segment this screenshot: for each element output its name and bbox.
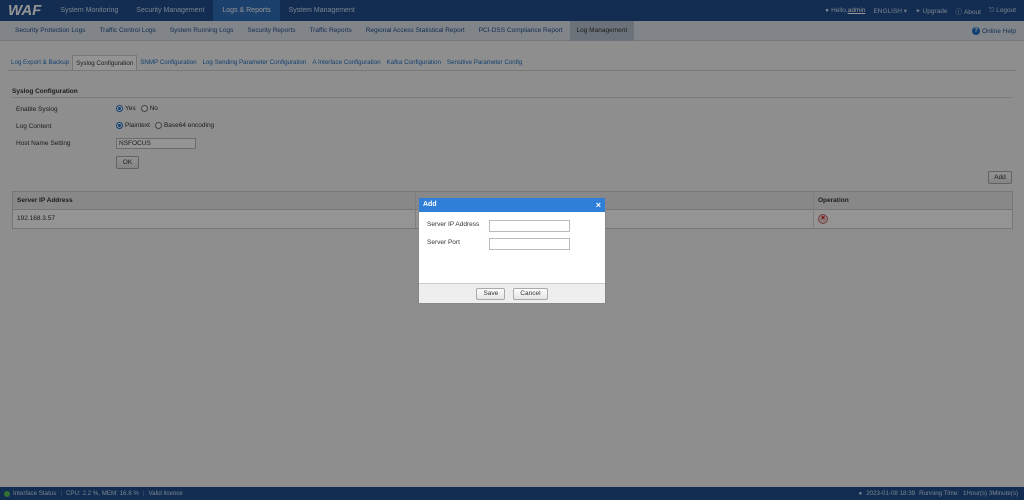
add-server-dialog: Add × Server IP Address Server Port Save… [418, 197, 606, 304]
save-button[interactable]: Save [476, 287, 506, 300]
close-icon[interactable]: × [596, 198, 601, 212]
server-port-label: Server Port [427, 239, 460, 246]
server-ip-label: Server IP Address [427, 221, 480, 228]
dialog-header: Add × [419, 198, 605, 212]
dialog-footer: Save Cancel [419, 283, 605, 303]
server-port-input[interactable] [489, 238, 570, 250]
dialog-title: Add [423, 201, 437, 208]
cancel-button[interactable]: Cancel [513, 287, 548, 300]
dialog-body: Server IP Address Server Port [419, 212, 605, 285]
server-ip-input[interactable] [489, 220, 570, 232]
